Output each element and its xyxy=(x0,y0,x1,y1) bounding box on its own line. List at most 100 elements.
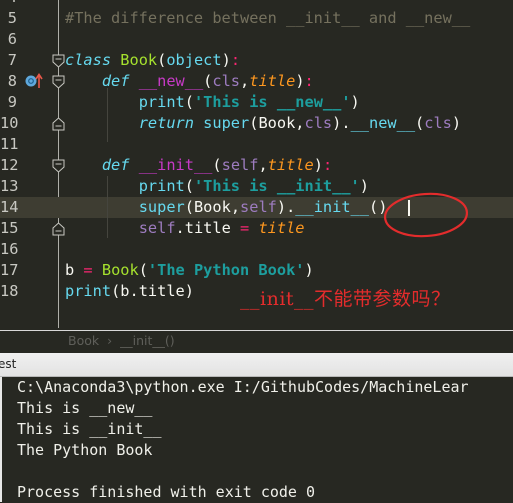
code-token: , xyxy=(295,114,305,132)
code-token: ( xyxy=(157,51,167,69)
line-number: 18 xyxy=(0,282,19,300)
code-token: ) xyxy=(221,51,231,69)
console-line: This is __init__ xyxy=(17,420,162,438)
code-token: __init__ xyxy=(295,198,369,216)
code-token: cls xyxy=(212,72,241,90)
code-token: return xyxy=(138,114,194,132)
code-token: ( xyxy=(203,72,213,90)
code-text: class Book(object): xyxy=(65,50,240,71)
code-line[interactable]: 6 xyxy=(0,29,513,50)
code-token: ) xyxy=(295,72,305,90)
run-config-tab[interactable]: est xyxy=(0,357,16,371)
annotation-ellipse xyxy=(383,192,469,238)
code-token: Book xyxy=(101,261,139,279)
code-token: = xyxy=(240,219,250,237)
code-token: ( xyxy=(212,156,222,174)
code-line[interactable]: 16 xyxy=(0,239,513,260)
fold-collapse-icon[interactable] xyxy=(52,75,65,89)
fold-end-icon[interactable] xyxy=(52,117,65,131)
code-token: ( xyxy=(184,93,194,111)
line-number: 11 xyxy=(0,135,19,153)
line-number: 7 xyxy=(7,51,17,69)
code-token: .title xyxy=(175,219,240,237)
code-line[interactable]: 4 xyxy=(0,0,513,8)
breadcrumb-item-class[interactable]: Book xyxy=(68,333,99,348)
console-line: C:\Anaconda3\python.exe I:/GithubCodes/M… xyxy=(17,378,469,396)
code-line[interactable]: 8 def __new__(cls,title): xyxy=(0,71,513,92)
code-token: print xyxy=(65,282,112,300)
code-text: def __new__(cls,title): xyxy=(65,71,314,92)
code-token: ( xyxy=(138,261,148,279)
code-editor[interactable]: 45 #The difference between __init__ and _… xyxy=(0,0,513,328)
code-token: , xyxy=(230,198,241,216)
line-number: 16 xyxy=(0,240,19,258)
run-console-output[interactable]: C:\Anaconda3\python.exe I:/GithubCodes/M… xyxy=(0,377,513,502)
code-token: , xyxy=(240,72,250,90)
breadcrumb-bar: Book › __init__() xyxy=(0,330,513,352)
code-token: cls xyxy=(424,114,452,132)
code-token: : xyxy=(304,72,314,90)
code-token: def xyxy=(101,72,130,90)
code-token: ) xyxy=(350,93,360,111)
console-line: The Python Book xyxy=(17,441,153,459)
breadcrumb-item-method[interactable]: __init__() xyxy=(120,333,175,348)
code-token: b xyxy=(65,261,84,279)
indent-guide xyxy=(107,88,108,142)
code-token: super xyxy=(138,198,185,216)
line-number: 6 xyxy=(7,30,17,48)
code-token: ( xyxy=(184,177,194,195)
code-token: ( xyxy=(415,114,425,132)
fold-collapse-icon[interactable] xyxy=(52,159,65,173)
code-line[interactable]: 7 class Book(object): xyxy=(0,50,513,71)
code-line[interactable]: 5 #The difference between __init__ and __… xyxy=(0,8,513,29)
code-token: class xyxy=(65,51,112,69)
code-token: Book xyxy=(258,114,296,132)
code-token: title xyxy=(267,156,314,174)
annotation-question: __init__不能带参数吗？ xyxy=(240,288,451,310)
override-method-icon[interactable] xyxy=(25,73,45,89)
code-token: def xyxy=(101,156,130,174)
code-text: return super(Book,cls).__new__(cls) xyxy=(65,113,461,134)
run-tool-window-header: est xyxy=(0,353,513,377)
code-token: , xyxy=(258,156,268,174)
code-line[interactable]: 12 def __init__(self,title): xyxy=(0,155,513,176)
code-token: : xyxy=(230,51,241,69)
code-text: self.title = title xyxy=(65,218,305,239)
code-line[interactable]: 10 return super(Book,cls).__new__(cls) xyxy=(0,113,513,134)
line-number: 4 xyxy=(0,0,17,8)
line-number: 13 xyxy=(0,177,19,195)
code-token: __new__ xyxy=(350,114,416,132)
code-token: (b.title) xyxy=(111,282,194,300)
code-token: self xyxy=(138,219,176,237)
code-token: object xyxy=(166,51,222,69)
indent-guide xyxy=(107,176,108,238)
code-line[interactable]: 17 b = Book('The Python Book') xyxy=(0,260,513,281)
code-text: print('This is __new__') xyxy=(65,92,360,113)
fold-end-icon[interactable] xyxy=(52,222,65,236)
code-token: = xyxy=(83,261,93,279)
code-text: #The difference between __init__ and __n… xyxy=(65,8,470,29)
code-token: : xyxy=(322,156,333,174)
line-number: 9 xyxy=(7,93,17,111)
fold-collapse-icon[interactable] xyxy=(52,54,65,68)
code-token: Book xyxy=(120,51,158,69)
code-token: #The difference between __init__ and __n… xyxy=(65,9,471,27)
code-token: ( xyxy=(184,198,194,216)
code-text: def __init__(self,title): xyxy=(65,155,332,176)
code-line[interactable]: 11 xyxy=(0,134,513,155)
line-number: 12 xyxy=(0,156,19,174)
code-token: __new__ xyxy=(138,72,204,90)
code-token: self xyxy=(221,156,259,174)
code-token: print xyxy=(138,177,185,195)
breadcrumb-separator: › xyxy=(107,333,113,348)
code-line[interactable]: 9 print('This is __new__') xyxy=(0,92,513,113)
code-text: print('This is __init__') xyxy=(65,176,369,197)
